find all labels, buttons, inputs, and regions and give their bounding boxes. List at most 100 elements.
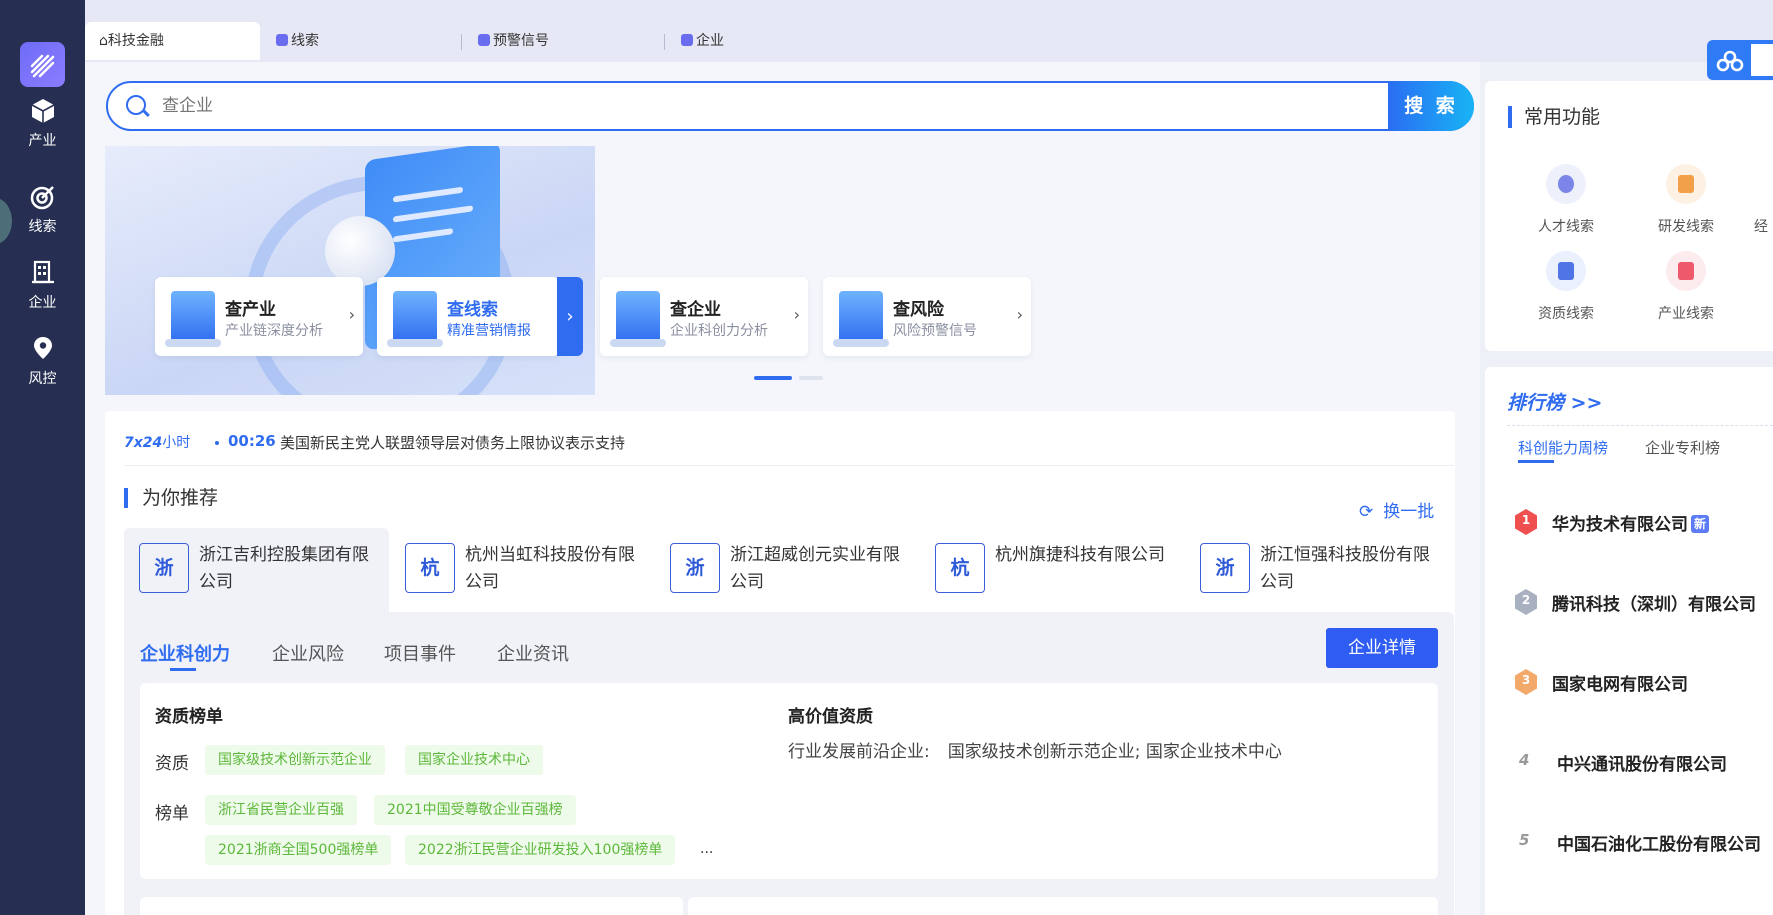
search-icon (126, 95, 146, 115)
ranklist-tag[interactable]: 2022浙江民营企业研发投入100强榜单 (405, 835, 676, 865)
qualification-label: 资质 (155, 754, 189, 774)
func-label: 产业线索 (1658, 306, 1714, 322)
search-bar: 搜 索 (106, 81, 1474, 131)
tab-clues[interactable]: 线索 (260, 22, 460, 60)
province-badge: 杭 (405, 543, 455, 593)
ranking-item[interactable]: 5 中国石油化工股份有限公司 (1515, 827, 1773, 857)
news-prefix: 7x24小时 (124, 432, 190, 452)
news-prefix-bold: 7x24 (124, 435, 163, 451)
cloud-icon (1716, 50, 1744, 76)
cloud-button[interactable] (1707, 40, 1773, 80)
tab-news[interactable]: 企业资讯 (497, 640, 569, 666)
rank-number: 2 (1521, 593, 1531, 607)
func-qualification-clues[interactable]: 资质线索 (1526, 251, 1606, 323)
gold-medal-icon: 1 (1515, 509, 1537, 535)
tab-projects[interactable]: 项目事件 (384, 640, 456, 666)
high-value-label: 行业发展前沿企业: (788, 742, 930, 762)
card-clues[interactable]: 查线索 精准营销情报 › (377, 277, 583, 356)
nav-item-industry[interactable]: 产业 (0, 98, 85, 168)
rank-number: 4 (1519, 751, 1530, 769)
tab-warning-signals[interactable]: 预警信号 (462, 22, 662, 60)
ranklist-tag[interactable]: 2021中国受尊敬企业百强榜 (374, 795, 576, 825)
rank-number: 3 (1521, 673, 1531, 687)
bronze-medal-icon: 3 (1515, 669, 1537, 695)
home-icon: ⌂ (99, 33, 108, 49)
func-industry-clues[interactable]: 产业线索 (1646, 251, 1726, 323)
high-value-row: 行业发展前沿企业: 国家级技术创新示范企业; 国家企业技术中心 (788, 737, 1282, 762)
nav-label: 风控 (28, 371, 57, 387)
nav-item-enterprise[interactable]: 企业 (0, 260, 85, 330)
tab-innovation-weekly[interactable]: 科创能力周榜 (1518, 437, 1608, 463)
nav-label: 线索 (28, 219, 57, 235)
search-input[interactable] (162, 93, 1162, 119)
func-label: 人才线索 (1538, 219, 1594, 235)
func-label: 资质线索 (1538, 306, 1594, 322)
company-card[interactable]: 浙 浙江恒强科技股份有限公司 (1185, 528, 1455, 612)
rank-company-name: 腾讯科技（深圳）有限公司 (1552, 595, 1756, 615)
card-subtitle: 精准营销情报 (447, 323, 531, 339)
func-talent-clues[interactable]: 人才线索 (1526, 164, 1606, 236)
company-name: 浙江恒强科技股份有限公司 (1260, 545, 1430, 592)
ranklist-tag[interactable]: 2021浙商全国500强榜单 (205, 835, 392, 865)
qualification-tag[interactable]: 国家企业技术中心 (405, 745, 543, 775)
document-icon (1546, 251, 1586, 291)
company-card[interactable]: 浙 浙江超威创元实业有限公司 (655, 528, 920, 612)
new-badge: 新 (1691, 515, 1710, 533)
province-badge: 杭 (935, 543, 985, 593)
func-label: 经 (1754, 219, 1768, 235)
refresh-button[interactable]: ⟳ 换一批 (1359, 497, 1434, 522)
ranking-item[interactable]: 1 华为技术有限公司新 (1515, 507, 1773, 537)
location-pin-icon (30, 336, 56, 362)
company-card[interactable]: 浙 浙江吉利控股集团有限公司 (124, 528, 389, 612)
ranking-item[interactable]: 2 腾讯科技（深圳）有限公司 (1515, 587, 1773, 617)
card-title: 查企业 (670, 300, 721, 320)
rank-number: 5 (1519, 831, 1530, 849)
chevron-right-icon: › (557, 277, 583, 356)
ranklist-tag[interactable]: 浙江省民营企业百强 (205, 795, 357, 825)
refresh-icon: ⟳ (1359, 502, 1374, 522)
building-icon (30, 260, 56, 286)
rank-company-name: 中兴通讯股份有限公司 (1557, 755, 1727, 775)
rank-company-name: 中国石油化工股份有限公司 (1557, 835, 1761, 855)
rank-company-name: 国家电网有限公司 (1552, 675, 1688, 695)
tab-risk[interactable]: 企业风险 (272, 640, 344, 666)
tab-patent-ranking[interactable]: 企业专利榜 (1645, 437, 1720, 458)
carousel-dot-active[interactable] (754, 376, 792, 380)
cube-building-icon (610, 291, 666, 347)
card-enterprise[interactable]: 查企业 企业科创力分析 › (600, 277, 808, 356)
cube-icon (30, 98, 56, 124)
ranking-title[interactable]: 排行榜 >> (1507, 388, 1602, 415)
search-button[interactable]: 搜 索 (1388, 81, 1474, 131)
app-logo[interactable] (20, 42, 65, 87)
func-rd-clues[interactable]: 研发线索 (1646, 164, 1726, 236)
card-industry[interactable]: 查产业 产业链深度分析 › (155, 277, 363, 356)
high-value-text: 国家级技术创新示范企业; 国家企业技术中心 (947, 742, 1282, 762)
high-value-title: 高价值资质 (788, 707, 873, 727)
people-icon (1546, 164, 1586, 204)
ranking-item[interactable]: 3 国家电网有限公司 (1515, 667, 1773, 697)
tab-label: 科技金融 (107, 33, 164, 49)
company-card[interactable]: 杭 杭州旗捷科技有限公司 (920, 528, 1185, 612)
tab-label: 线索 (291, 33, 319, 49)
company-card[interactable]: 杭 杭州当虹科技股份有限公司 (390, 528, 655, 612)
ranking-item[interactable]: 4 中兴通讯股份有限公司 (1515, 747, 1773, 777)
card-subtitle: 企业科创力分析 (670, 323, 768, 339)
nav-item-risk[interactable]: 风控 (0, 336, 85, 406)
nav-item-clues[interactable]: 线索 (0, 184, 85, 254)
card-risk[interactable]: 查风险 风险预警信号 › (823, 277, 1031, 356)
divider (1507, 425, 1773, 426)
tab-innovation[interactable]: 企业科创力 (140, 640, 230, 671)
enterprise-detail-button[interactable]: 企业详情 (1326, 628, 1438, 668)
tab-tech-finance[interactable]: ⌂科技金融 (85, 22, 260, 60)
card-subtitle: 产业链深度分析 (225, 323, 323, 339)
company-name: 杭州旗捷科技有限公司 (995, 545, 1165, 565)
qualification-tag[interactable]: 国家级技术创新示范企业 (205, 745, 385, 775)
carousel-dot[interactable] (799, 376, 823, 380)
func-partial[interactable]: 经 (1754, 164, 1773, 236)
cube-building-icon (833, 291, 889, 347)
news-headline[interactable]: 美国新民主党人联盟领导层对债务上限协议表示支持 (280, 432, 625, 453)
company-name: 杭州当虹科技股份有限公司 (465, 545, 635, 592)
more-ellipsis[interactable]: ... (700, 841, 713, 857)
tab-enterprise[interactable]: 企业 (665, 22, 865, 60)
bottom-card (140, 897, 683, 915)
